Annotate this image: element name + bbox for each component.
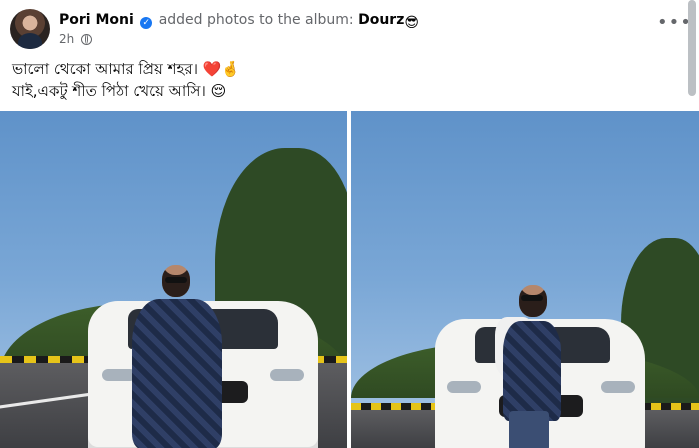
album-link[interactable]: Dourz bbox=[358, 12, 404, 28]
album-emoji: 😎 bbox=[404, 15, 419, 31]
caption-line-2-emoji: 😌 bbox=[210, 82, 227, 100]
post-header: Pori Moni ✓ added photos to the album: D… bbox=[10, 9, 680, 51]
post-timestamp[interactable]: 2h bbox=[59, 32, 74, 46]
verified-badge-icon: ✓ bbox=[140, 17, 153, 29]
caption-line-2-text: যাই,একটু শীত পিঠা খেয়ে আসি। bbox=[12, 82, 211, 100]
caption-line-1: ভালো থেকো আমার প্রিয় শহর। ❤️🤞 bbox=[12, 58, 672, 80]
photo-2[interactable] bbox=[351, 111, 699, 448]
caption-line-1-text: ভালো থেকো আমার প্রিয় শহর। bbox=[12, 60, 203, 78]
post-meta: 2h bbox=[59, 31, 93, 47]
more-options-button[interactable]: ••• bbox=[657, 14, 691, 36]
post-author-line: Pori Moni ✓ added photos to the album: D… bbox=[59, 11, 419, 32]
post-action-text: added photos to the album: bbox=[158, 12, 354, 28]
post-caption: ভালো থেকো আমার প্রিয় শহর। ❤️🤞 যাই,একটু … bbox=[12, 58, 672, 102]
author-name[interactable]: Pori Moni bbox=[59, 12, 134, 28]
photo-grid bbox=[0, 111, 699, 448]
scrollbar[interactable] bbox=[688, 0, 696, 96]
photo-1[interactable] bbox=[0, 111, 347, 448]
caption-line-2: যাই,একটু শীত পিঠা খেয়ে আসি। 😌 bbox=[12, 80, 672, 102]
caption-line-1-emoji: ❤️🤞 bbox=[202, 60, 241, 78]
globe-icon bbox=[81, 34, 93, 45]
avatar[interactable] bbox=[10, 9, 50, 49]
